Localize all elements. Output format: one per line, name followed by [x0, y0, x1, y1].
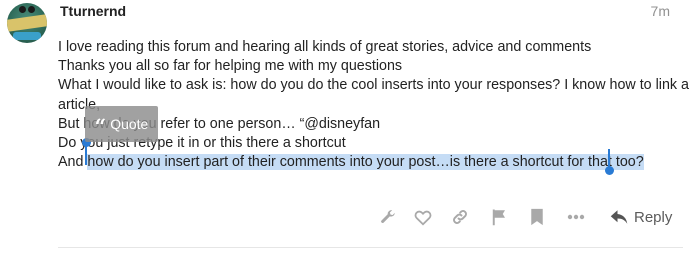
post-line: What I would like to ask is: how do you …	[58, 77, 690, 94]
flag-icon[interactable]	[490, 203, 508, 231]
reply-label: Reply	[634, 208, 673, 226]
avatar-banner	[7, 14, 47, 32]
post-line-selected: And how do you insert part of their comm…	[58, 153, 678, 172]
avatar-bottom-graphic	[13, 32, 41, 40]
quote-icon: “	[94, 114, 107, 138]
wrench-icon[interactable]	[378, 203, 398, 231]
bookmark-icon[interactable]	[528, 203, 546, 231]
quote-button[interactable]: “ Quote	[85, 106, 158, 142]
link-icon[interactable]	[450, 203, 470, 231]
more-icon[interactable]	[566, 203, 586, 231]
post-line: I love reading this forum and hearing al…	[58, 39, 592, 55]
username[interactable]: Tturnernd	[60, 3, 126, 19]
reply-icon	[610, 210, 628, 224]
heart-icon[interactable]	[413, 203, 433, 231]
post-actions: Reply	[0, 203, 690, 233]
selection-start-line	[85, 144, 87, 165]
selection-end-handle[interactable]	[605, 166, 614, 175]
mouse-ears-graphic	[19, 6, 35, 16]
user-avatar[interactable]	[7, 3, 47, 43]
selected-text: how do you insert part of their comments…	[87, 154, 644, 171]
post-line: Thanks you all so far for helping me wit…	[58, 58, 403, 75]
post-divider	[58, 247, 683, 248]
quote-label: Quote	[110, 116, 149, 132]
post-text: And	[58, 154, 88, 171]
reply-button[interactable]: Reply	[610, 203, 672, 231]
post-time[interactable]: 7m	[651, 3, 670, 19]
